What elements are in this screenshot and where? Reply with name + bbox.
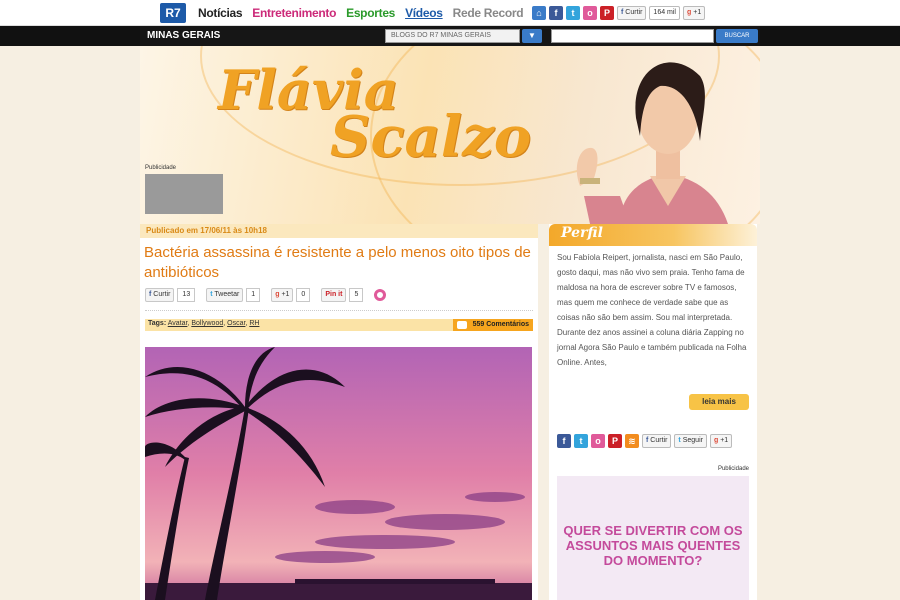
follow-label: Seguir	[682, 437, 703, 444]
facebook-icon[interactable]: f	[549, 6, 563, 20]
twitter-icon[interactable]: t	[566, 6, 580, 20]
ad-label: Publicidade	[717, 466, 749, 472]
divider	[145, 310, 533, 311]
ad-text: QUER SE DIVERTIR COM OS ASSUNTOS MAIS QU…	[563, 523, 743, 568]
nav-link-videos[interactable]: Vídeos	[405, 6, 443, 20]
author-portrait	[576, 62, 728, 224]
google-plus-icon: g	[713, 437, 719, 444]
tweet-button[interactable]: t Tweetar	[206, 288, 244, 302]
nav-link-rede-record[interactable]: Rede Record	[453, 6, 524, 20]
gplus-label: +1	[693, 9, 702, 16]
like-count: 13	[177, 288, 196, 302]
chevron-down-icon[interactable]: ▼	[522, 29, 542, 43]
r7-logo[interactable]: R7	[160, 3, 186, 23]
tag-link[interactable]: Avatar	[168, 320, 188, 327]
blog-title-last[interactable]: Scalzo	[330, 104, 531, 170]
read-more-button[interactable]: leia mais	[689, 394, 749, 410]
pin-it-button[interactable]: Pin it	[321, 288, 347, 302]
blogs-select[interactable]: BLOGS DO R7 MINAS GERAIS	[385, 29, 520, 43]
profile-header: Perfil	[549, 224, 757, 246]
facebook-icon[interactable]: f	[557, 434, 571, 448]
google-plus-icon: g	[275, 291, 280, 298]
gplus-label: +1	[281, 291, 290, 298]
tweet-count: 1	[246, 288, 261, 302]
facebook-icon: f	[149, 291, 152, 298]
tag-link[interactable]: Bollywood	[191, 320, 223, 327]
profile-title: Perfil	[561, 225, 603, 241]
profile-bio: Sou Fabíola Reipert, jornalista, nasci e…	[557, 253, 747, 367]
search-button[interactable]: BUSCAR	[716, 29, 758, 43]
sidebar: Perfil Sou Fabíola Reipert, jornalista, …	[549, 224, 757, 600]
post-date: Publicado em 17/06/11 às 10h18	[146, 226, 267, 235]
tweet-label: Tweetar	[214, 291, 240, 298]
facebook-icon: f	[646, 437, 649, 444]
tags-bar: Tags: Avatar, Bollywood, Oscar, RH 559 C…	[145, 319, 533, 331]
home-icon[interactable]: ⌂	[532, 6, 546, 20]
nav-link-esportes[interactable]: Esportes	[346, 6, 395, 20]
nav-link-entretenimento[interactable]: Entretenimento	[252, 6, 336, 20]
facebook-icon: f	[621, 9, 624, 16]
post-share-bar: f Curtir 13 t Tweetar 1 g +1 0 Pin it 5	[145, 288, 387, 302]
tag-link[interactable]: RH	[249, 320, 259, 327]
facebook-like-button[interactable]: f Curtir	[145, 288, 175, 302]
tags-list: Tags: Avatar, Bollywood, Oscar, RH	[148, 320, 260, 327]
portal-links: Notícias Entretenimento Esportes Vídeos …	[198, 6, 533, 20]
rss-icon[interactable]: ≋	[625, 434, 639, 448]
pin-count: 5	[349, 288, 364, 302]
pinterest-icon[interactable]: P	[600, 6, 614, 20]
sidebar-ad[interactable]: QUER SE DIVERTIR COM OS ASSUNTOS MAIS QU…	[557, 476, 749, 600]
post-image[interactable]	[145, 347, 532, 600]
like-label: Curtir	[650, 437, 668, 444]
google-plus-icon: g	[687, 9, 692, 16]
comments-count: 559 Comentários	[472, 321, 529, 328]
comments-link[interactable]: 559 Comentários	[452, 319, 533, 331]
like-count: 164 mil	[649, 6, 680, 20]
like-label: Curtir	[625, 9, 643, 16]
post-headline[interactable]: Bactéria assassina é resistente a pelo m…	[144, 243, 534, 283]
post-date-bar: Publicado em 17/06/11 às 10h18	[140, 224, 538, 238]
twitter-icon[interactable]: t	[574, 434, 588, 448]
pinterest-icon[interactable]: P	[608, 434, 622, 448]
regional-bar: MINAS GERAIS BLOGS DO R7 MINAS GERAIS ▼ …	[0, 26, 900, 46]
region-label: MINAS GERAIS	[147, 30, 221, 41]
top-social-bar: ⌂ f t o P f Curtir 164 mil g +1	[532, 6, 706, 20]
nav-link-noticias[interactable]: Notícias	[198, 6, 243, 20]
like-label: Curtir	[153, 291, 171, 298]
google-plus-button[interactable]: g +1	[709, 434, 733, 448]
comment-icon	[456, 321, 467, 329]
twitter-follow-button[interactable]: t Seguir	[674, 434, 707, 448]
twitter-icon: t	[210, 291, 213, 298]
orkut-icon[interactable]	[374, 289, 387, 301]
search-input[interactable]	[551, 29, 714, 43]
google-plus-button[interactable]: g +1	[683, 6, 706, 20]
ad-label: Publicidade	[145, 165, 177, 171]
sidebar-social-bar: f t o P ≋ f Curtir t Seguir g +1	[557, 434, 733, 448]
twitter-icon: t	[678, 437, 681, 444]
top-navigation: R7 Notícias Entretenimento Esportes Víde…	[0, 0, 900, 26]
blog-header: Flávia Scalzo Publicidade	[140, 46, 760, 224]
orkut-icon[interactable]: o	[583, 6, 597, 20]
post-column: Publicado em 17/06/11 às 10h18 Bactéria …	[140, 224, 538, 600]
gplus-label: +1	[720, 437, 729, 444]
facebook-like-button[interactable]: f Curtir	[642, 434, 672, 448]
orkut-icon[interactable]: o	[591, 434, 605, 448]
google-plus-button[interactable]: g +1	[271, 288, 294, 302]
facebook-like-button[interactable]: f Curtir	[617, 6, 647, 20]
gplus-count: 0	[296, 288, 311, 302]
tags-label: Tags:	[148, 320, 167, 327]
ad-banner[interactable]	[145, 174, 223, 214]
tag-link[interactable]: Oscar	[227, 320, 245, 327]
